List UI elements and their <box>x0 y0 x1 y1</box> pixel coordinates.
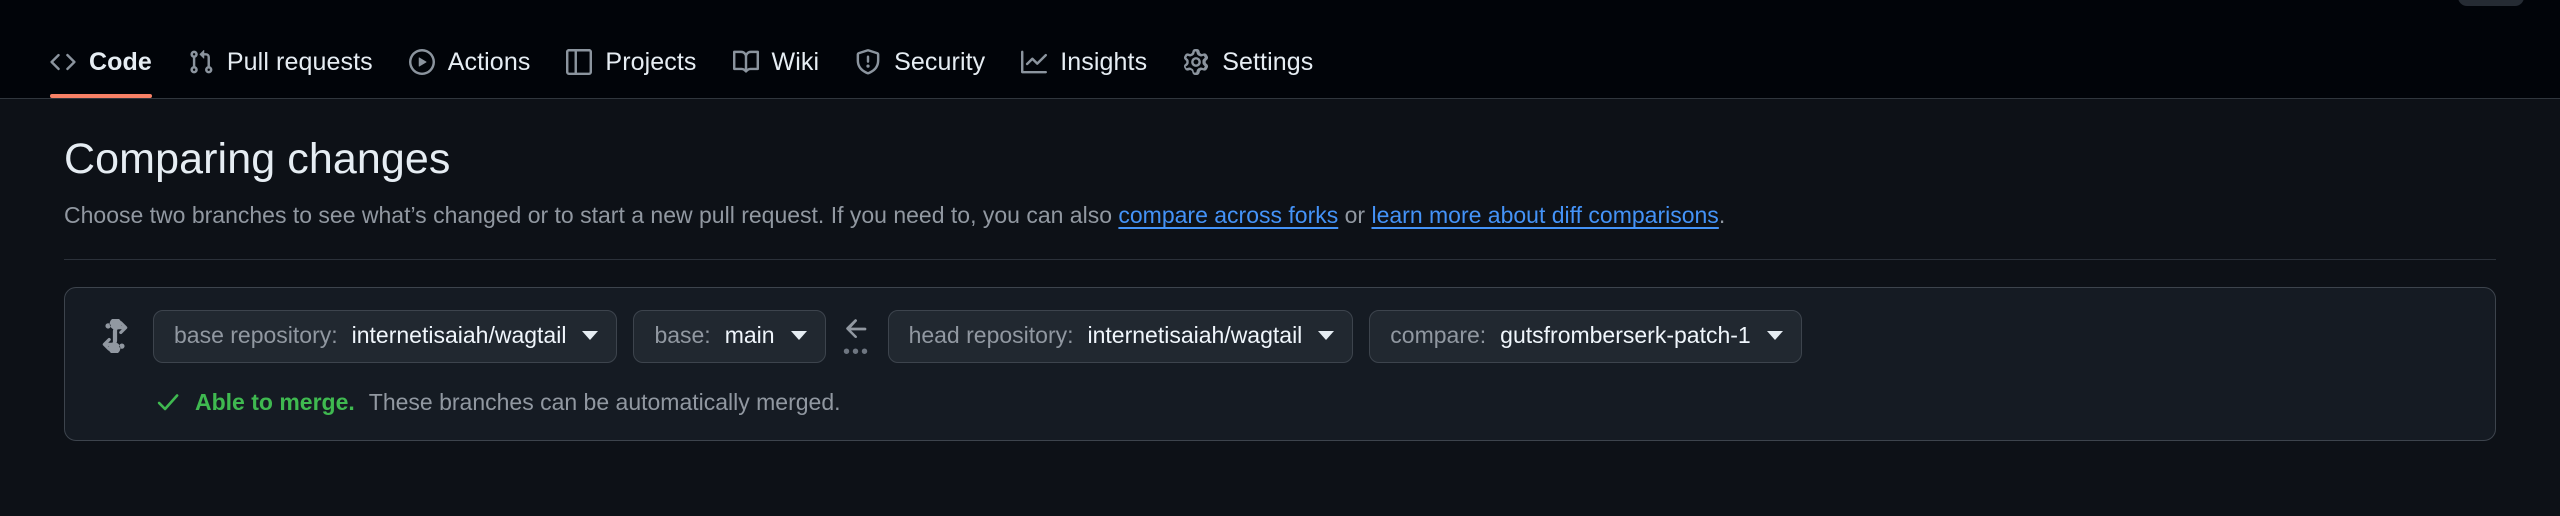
chevron-down-icon <box>1318 331 1335 341</box>
learn-more-diff-comparisons-link[interactable]: learn more about diff comparisons <box>1371 202 1718 228</box>
base-branch-value: main <box>724 321 775 348</box>
tab-label: Wiki <box>771 47 820 76</box>
merge-status-headline: Able to merge. <box>195 388 355 415</box>
base-repository-value: internetisaiah/wagtail <box>351 321 567 348</box>
head-repository-prefix: head repository: <box>908 321 1074 348</box>
tab-label: Insights <box>1060 47 1148 76</box>
chevron-down-icon <box>1766 331 1783 341</box>
compare-selector-card: base repository: internetisaiah/wagtail … <box>64 286 2496 441</box>
repo-nav-list: Code Pull requests Actions Projects Wiki… <box>24 0 1331 98</box>
tab-settings[interactable]: Settings <box>1165 0 1331 98</box>
graph-icon <box>1021 49 1048 75</box>
page-subtitle: Choose two branches to see what’s change… <box>64 198 2496 233</box>
base-repository-prefix: base repository: <box>174 321 338 348</box>
book-icon <box>732 49 759 75</box>
tab-pull-requests[interactable]: Pull requests <box>170 0 391 98</box>
subtitle-text-lead: Choose two branches to see what’s change… <box>64 202 1119 229</box>
tab-security[interactable]: Security <box>837 0 1003 98</box>
tab-label: Projects <box>605 47 697 76</box>
compare-branch-value: gutsfromberserk-patch-1 <box>1500 321 1751 348</box>
page-title: Comparing changes <box>64 135 451 183</box>
base-repository-select[interactable]: base repository: internetisaiah/wagtail <box>153 309 618 363</box>
tab-label: Security <box>894 47 986 76</box>
base-branch-prefix: base: <box>654 321 711 348</box>
tab-wiki[interactable]: Wiki <box>715 0 838 98</box>
subtitle-period: . <box>1718 202 1726 229</box>
tab-label: Code <box>89 47 152 76</box>
ellipsis-separator: ••• <box>843 341 871 364</box>
branch-selector-row: base repository: internetisaiah/wagtail … <box>89 309 2471 364</box>
arrow-left-icon <box>842 314 872 344</box>
chevron-down-icon <box>582 331 599 341</box>
tab-label: Settings <box>1222 47 1314 76</box>
compare-branch-prefix: compare: <box>1390 321 1487 348</box>
merge-status: Able to merge. These branches can be aut… <box>89 389 2471 416</box>
active-tab-indicator <box>50 94 152 98</box>
gear-icon <box>1183 49 1209 75</box>
compare-direction-separator: ••• <box>826 314 888 364</box>
tab-label: Actions <box>447 47 531 76</box>
tab-projects[interactable]: Projects <box>548 0 714 98</box>
head-repository-value: internetisaiah/wagtail <box>1087 321 1303 348</box>
play-circle-icon <box>408 49 435 75</box>
tab-label: Pull requests <box>226 47 373 76</box>
check-icon <box>155 389 181 415</box>
repo-navigation: Code Pull requests Actions Projects Wiki… <box>0 0 2560 99</box>
compare-across-forks-link[interactable]: compare across forks <box>1118 202 1338 228</box>
tab-insights[interactable]: Insights <box>1003 0 1165 98</box>
compare-page: Comparing changes Choose two branches to… <box>0 135 2560 441</box>
merge-status-description: These branches can be automatically merg… <box>368 388 841 415</box>
shield-icon <box>855 49 881 75</box>
base-branch-select[interactable]: base: main <box>633 309 826 363</box>
chevron-down-icon <box>790 331 807 341</box>
subtitle-or: or <box>1338 202 1372 229</box>
head-repository-select[interactable]: head repository: internetisaiah/wagtail <box>887 309 1354 363</box>
section-divider <box>64 258 2496 260</box>
git-compare-icon <box>97 318 133 354</box>
tab-code[interactable]: Code <box>32 0 170 98</box>
code-icon <box>50 49 76 75</box>
tab-actions[interactable]: Actions <box>391 0 549 98</box>
compare-branch-select[interactable]: compare: gutsfromberserk-patch-1 <box>1369 309 1802 363</box>
top-right-clipped-control[interactable] <box>2458 0 2524 6</box>
git-pull-request-icon <box>188 49 214 75</box>
table-icon <box>566 49 593 75</box>
